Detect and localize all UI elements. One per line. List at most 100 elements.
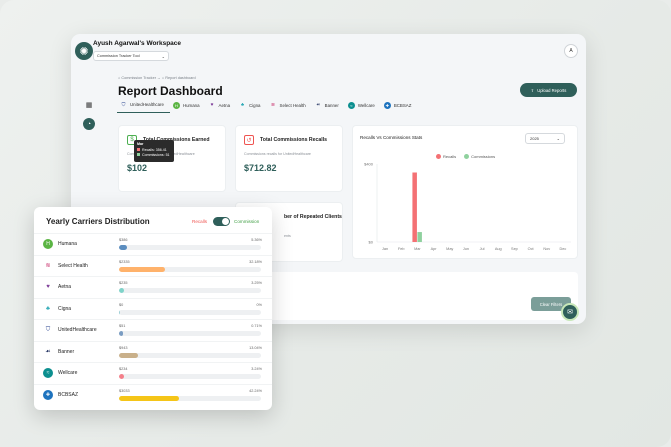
progress-track xyxy=(119,331,261,336)
carrier-percent: 0.71% xyxy=(251,324,262,328)
bcbs-icon: ✚ xyxy=(383,101,391,109)
banner-icon: ☙ xyxy=(315,102,321,108)
x-tick-label: May xyxy=(446,247,453,251)
heart-icon: ♥ xyxy=(210,102,214,108)
banner-icon: ☙ xyxy=(45,349,51,355)
x-tick-label: Aug xyxy=(495,247,502,251)
tab-label: Aetna xyxy=(218,102,231,108)
chart-pie-icon[interactable]: ◔ xyxy=(83,118,95,130)
carrier-name: Aetna xyxy=(58,284,72,290)
bar-chart: $0 $400 Jan Feb Mar Apr May Jun Jul Aug Sep Oct Nov D… xyxy=(364,162,571,251)
carrier-tabs: ⛉ UnitedHealthcare H Humana ♥ Aetna ♣ Cigna … xyxy=(117,99,417,113)
toggle-knob xyxy=(222,218,229,225)
yearly-carriers-distribution-panel: Yearly Carriers Distribution Recalls Com… xyxy=(34,207,272,410)
progress-fill xyxy=(119,309,121,315)
progress-fill xyxy=(119,288,124,293)
carrier-amount: $0 xyxy=(119,302,124,307)
progress-track xyxy=(119,288,261,293)
tab-label: Cigna xyxy=(249,102,261,108)
select-health-icon: ≋ xyxy=(270,102,276,108)
card-subtitle: Commissions recalls for UnitedHealthcare xyxy=(244,152,311,156)
tab-bcbsaz[interactable]: ✚ BCBSAZ xyxy=(381,99,418,113)
tab-cigna[interactable]: ♣ Cigna xyxy=(236,99,266,113)
carrier-amount: $386 xyxy=(119,238,128,242)
tab-aetna[interactable]: ♥ Aetna xyxy=(206,99,236,113)
workspace-title: Ayush Agarwal's Workspace xyxy=(93,40,182,47)
carrier-row: ☙ Banner $943 13.04% xyxy=(34,340,272,363)
breadcrumb-item[interactable]: Commission Tracker xyxy=(121,76,156,80)
carrier-percent: 13.04% xyxy=(249,345,262,350)
carrier-row: ♣ Cigna $0 0% xyxy=(34,297,272,320)
x-tick-label: Jan xyxy=(382,247,388,251)
card-title: ber of Repeated Clients xyxy=(284,214,342,220)
chat-icon[interactable]: ✉ xyxy=(561,303,579,321)
carrier-amount: $2335 xyxy=(119,259,130,264)
carrier-name: Cigna xyxy=(58,305,72,312)
tool-select[interactable]: Commission Tracker Tool ⌄ xyxy=(93,51,169,61)
progress-track xyxy=(119,374,261,379)
tree-icon: ♣ xyxy=(46,305,50,312)
progress-track xyxy=(119,245,261,250)
tab-label: Select Health xyxy=(279,102,306,108)
carrier-row: ≈ Wellcare $234 3.24% xyxy=(34,362,272,384)
progress-fill xyxy=(119,374,124,379)
carrier-percent: 32.18% xyxy=(249,259,262,264)
card-subtitle: ents xyxy=(284,234,291,238)
carrier-percent: 0% xyxy=(256,302,263,307)
humana-h-icon: H xyxy=(172,101,180,109)
recalls-commission-toggle[interactable] xyxy=(213,217,230,226)
shield-icon: ⛉ xyxy=(121,101,126,108)
breadcrumb: ⌂ Commission Tracker → ⌂ Report dashboar… xyxy=(118,76,196,80)
tab-label: BCBSAZ xyxy=(393,102,412,108)
wellcare-icon: ≈ xyxy=(347,101,355,109)
tool-select-value: Commission Tracker Tool xyxy=(97,54,140,58)
tab-select-health[interactable]: ≋ Select Health xyxy=(267,99,312,113)
x-tick-label: Feb xyxy=(398,247,405,251)
avatar[interactable]: A xyxy=(564,44,578,58)
workspace-logo-icon[interactable]: ✺ xyxy=(75,42,93,60)
y-tick-label: $400 xyxy=(364,162,374,167)
x-tick-label: Apr xyxy=(431,247,438,251)
tab-banner[interactable]: ☙ Banner xyxy=(312,99,345,113)
progress-fill xyxy=(119,331,124,336)
tab-unitedhealthcare[interactable]: ⛉ UnitedHealthcare xyxy=(117,99,170,113)
recall-icon: ↺ xyxy=(244,135,254,145)
carrier-row: ♥ Aetna $235 3.25% xyxy=(34,276,272,298)
panel-title: Yearly Carriers Distribution xyxy=(46,217,150,226)
bcbs-icon: ✚ xyxy=(43,389,53,400)
carrier-name: Wellcare xyxy=(58,370,78,376)
progress-fill xyxy=(119,352,138,358)
tooltip-swatch xyxy=(137,153,140,156)
shield-icon: ⛉ xyxy=(45,326,51,333)
tab-label: Humana xyxy=(182,102,200,108)
upload-reports-button[interactable]: ⇪ Upload Reports xyxy=(520,83,577,97)
humana-h-icon: H xyxy=(43,239,53,249)
tab-wellcare[interactable]: ≈ Wellcare xyxy=(345,99,381,113)
card-value: $712.82 xyxy=(244,163,277,173)
progress-fill xyxy=(119,266,165,272)
upload-icon: ⇪ xyxy=(530,87,535,93)
carrier-list: H Humana $386 5.36% ≋ Select Health $2335 32.18… xyxy=(34,233,272,405)
carrier-amount: $943 xyxy=(119,345,128,350)
carrier-name: Banner xyxy=(58,348,75,355)
page-title: Report Dashboard xyxy=(118,84,223,98)
carrier-name: Select Health xyxy=(58,262,88,269)
tooltip-swatch xyxy=(137,147,140,151)
progress-track xyxy=(119,352,261,358)
toggle-label-commission: Commission xyxy=(234,219,260,224)
x-tick-label: Mar xyxy=(414,247,421,251)
carrier-amount: $235 xyxy=(119,281,128,285)
progress-track xyxy=(119,395,261,401)
x-tick-label: Jul xyxy=(480,247,485,251)
select-health-icon: ≋ xyxy=(45,263,51,269)
carrier-percent: 3.25% xyxy=(251,281,262,285)
carrier-amount: $234 xyxy=(119,367,128,371)
carrier-name: Humana xyxy=(58,241,77,247)
carrier-row: ⛉ UnitedHealthcare $51 0.71% xyxy=(34,319,272,341)
carrier-amount: $3033 xyxy=(119,388,130,393)
carrier-percent: 42.24% xyxy=(249,388,262,393)
tab-humana[interactable]: H Humana xyxy=(170,99,206,113)
recalls-vs-commissions-card: Recalls Vs Commissions Stats 2025 ⌄ Reca… xyxy=(352,125,578,259)
grid-icon[interactable]: ▦ xyxy=(83,99,95,111)
x-tick-label: Sep xyxy=(511,247,518,251)
